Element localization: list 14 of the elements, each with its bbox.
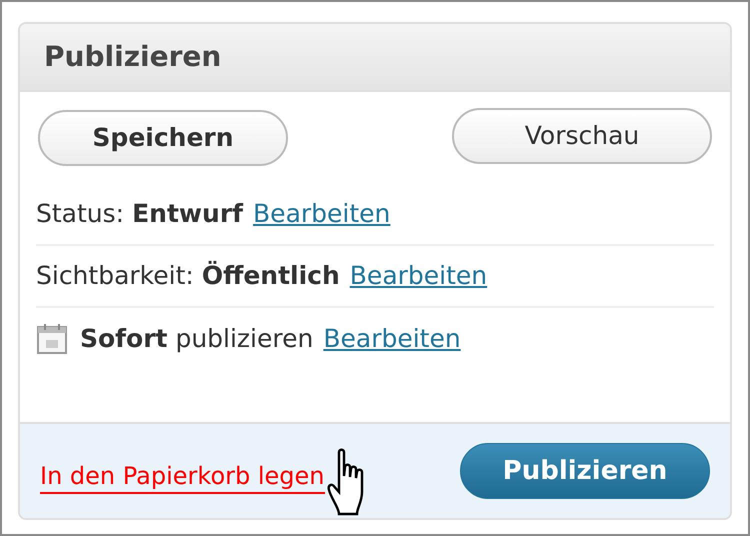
field-value: Öffentlich <box>202 260 340 292</box>
calendar-icon <box>36 323 68 355</box>
field-label: Status: <box>36 198 124 230</box>
field-value: Entwurf <box>132 198 244 230</box>
panel-title: Publizieren <box>44 39 222 75</box>
edit-link[interactable]: Bearbeiten <box>350 257 488 295</box>
schedule-text: Sofort publizieren <box>80 323 314 356</box>
save-button[interactable]: Speichern <box>38 110 288 166</box>
edit-link[interactable]: Bearbeiten <box>323 320 461 358</box>
publish-button[interactable]: Publizieren <box>460 443 710 499</box>
preview-button[interactable]: Vorschau <box>452 108 712 164</box>
field-label: Sichtbarkeit: <box>36 260 194 292</box>
trash-link[interactable]: In den Papierkorb legen <box>40 460 324 494</box>
edit-link[interactable]: Bearbeiten <box>253 195 390 233</box>
